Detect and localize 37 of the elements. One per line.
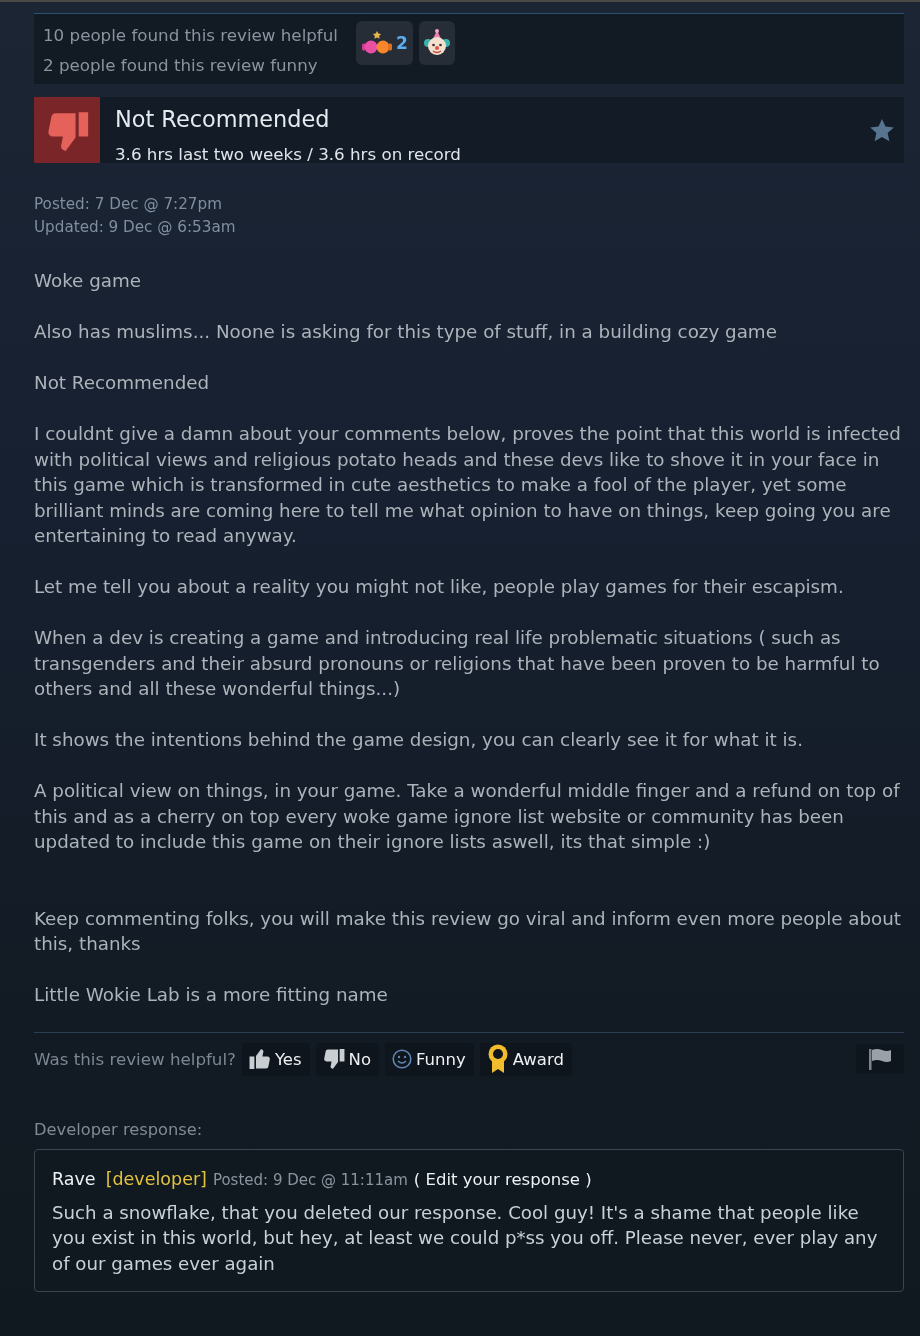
author-name[interactable]: Rave	[52, 1166, 96, 1191]
helpful-prompt: Was this review helpful?	[34, 1049, 236, 1069]
funny-button[interactable]: Funny	[385, 1042, 474, 1076]
review-paragraph: Little Wokie Lab is a more fitting name	[34, 983, 389, 1007]
review-paragraph: Woke game	[34, 269, 143, 293]
review-paragraph: When a dev is creating a game and introducing real life problematic situations ( such as transgenders and their absurd pronouns or religions that have been proven to be harmful to others and all these wonderful things...)	[34, 626, 881, 701]
review-paragraph: Let me tell you about a reality you might not like, people play games for their escapism.	[34, 575, 845, 599]
playtime-text: 3.6 hrs last two weeks / 3.6 hrs on record	[115, 145, 462, 163]
smiley-icon	[392, 1049, 412, 1069]
award-count: 2	[395, 33, 408, 53]
yes-button[interactable]: Yes	[241, 1042, 310, 1076]
developer-response-heading: Developer response:	[34, 1118, 203, 1141]
vote-count-text: 2 people found this review funny	[43, 54, 319, 77]
thumbs-up-icon	[248, 1048, 271, 1070]
vote-count-text: 10 people found this review helpful	[43, 24, 338, 47]
flag-button[interactable]	[856, 1044, 904, 1074]
developer-tag: [developer]	[105, 1166, 207, 1191]
clown-face-icon	[423, 29, 450, 57]
edit-response-link[interactable]: ( Edit your response )	[413, 1167, 592, 1192]
star-icon	[870, 118, 894, 142]
review-paragraph: Also has muslims... Noone is asking for this type of stuff, in a building cozy game	[34, 320, 778, 344]
review-paragraph: A political view on things, in your game. Take a wonderful middle finger and a refund on top of this and as a cherry on top every woke game ignore list website or community has been updated to include this game on their ignore lists aswell, its that simple :)	[34, 779, 901, 854]
response-text: Such a snowflake, that you deleted our response. Cool guy! It's a shame that people like you exist in this world, but hey, at least we could p*ss you off. Please never, ever play any of our games ever again	[52, 1200, 879, 1276]
flag-icon	[868, 1048, 892, 1070]
review-paragraph: Not Recommended	[34, 371, 211, 395]
ribbon-icon	[486, 1044, 509, 1074]
review-paragraph: I couldnt give a damn about your comments below, proves the point that this world is infected with political views and religious potato heads and these devs like to shove it in your face in this game which is transformed in cute aesthetics to make a fool of the player, yet some brilliant minds are coming here to tell me what opinion to have on things, keep going you are entertaining to read anyway.	[34, 422, 902, 548]
updated-date: Updated: 9 Dec @ 6:53am	[34, 217, 237, 238]
thumbs-down-icon	[322, 1048, 345, 1070]
posted-date: Posted: 7 Dec @ 7:27pm	[34, 194, 223, 215]
award-button[interactable]: Award	[479, 1042, 572, 1076]
verdict-title: Not Recommended	[115, 106, 331, 132]
boxing-gloves-icon	[360, 30, 393, 56]
review-paragraph: It shows the intentions behind the game design, you can clearly see it for what it is.	[34, 728, 804, 752]
review-paragraph: Keep commenting folks, you will make this review go viral and inform even more people about this, thanks	[34, 906, 902, 956]
response-posted-date: Posted: 9 Dec @ 11:11am	[212, 1169, 408, 1191]
no-button[interactable]: No	[315, 1042, 379, 1076]
